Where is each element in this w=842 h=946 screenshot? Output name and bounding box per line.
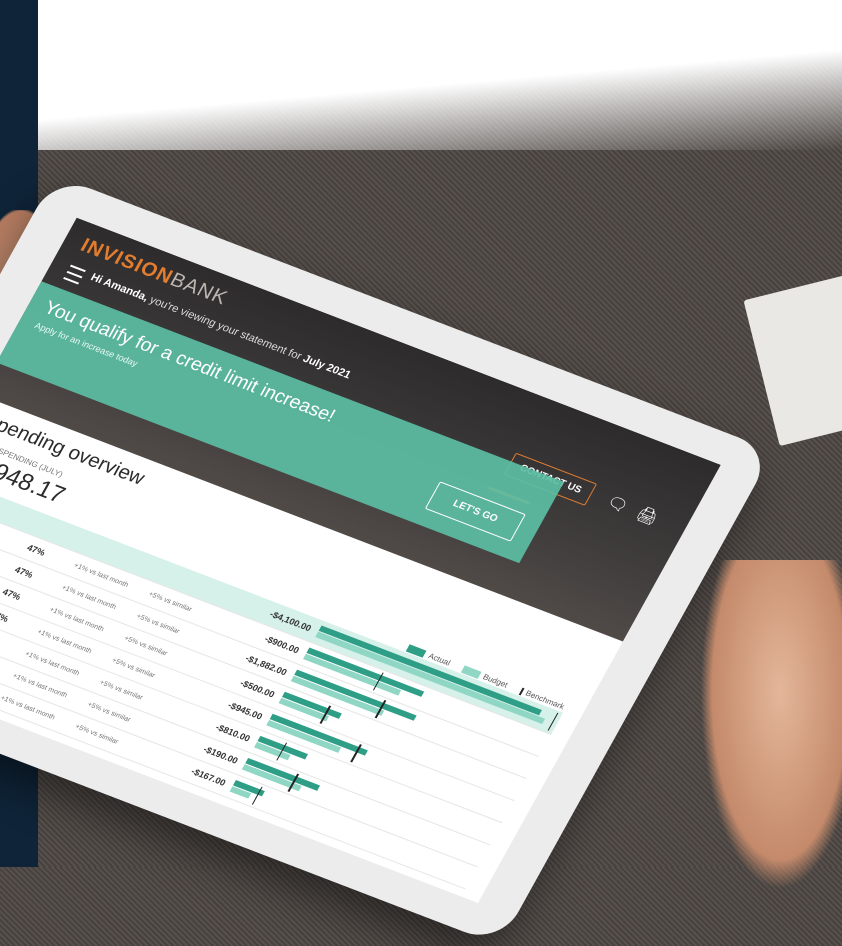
print-icon[interactable]: 🖨 bbox=[633, 503, 662, 528]
tablet-device: INVISIONBANK Hi Amanda, you're viewing y… bbox=[0, 175, 774, 946]
chat-icon[interactable]: 🗨 bbox=[603, 492, 632, 517]
menu-icon[interactable] bbox=[63, 264, 86, 285]
benchmark-marker bbox=[547, 712, 559, 731]
right-hand bbox=[700, 560, 842, 890]
percent-value bbox=[40, 525, 87, 543]
background-white bbox=[0, 0, 842, 150]
lets-go-button[interactable]: LET'S GO bbox=[424, 481, 526, 542]
tablet-screen: INVISIONBANK Hi Amanda, you're viewing y… bbox=[0, 217, 721, 903]
paper-document bbox=[743, 273, 842, 447]
